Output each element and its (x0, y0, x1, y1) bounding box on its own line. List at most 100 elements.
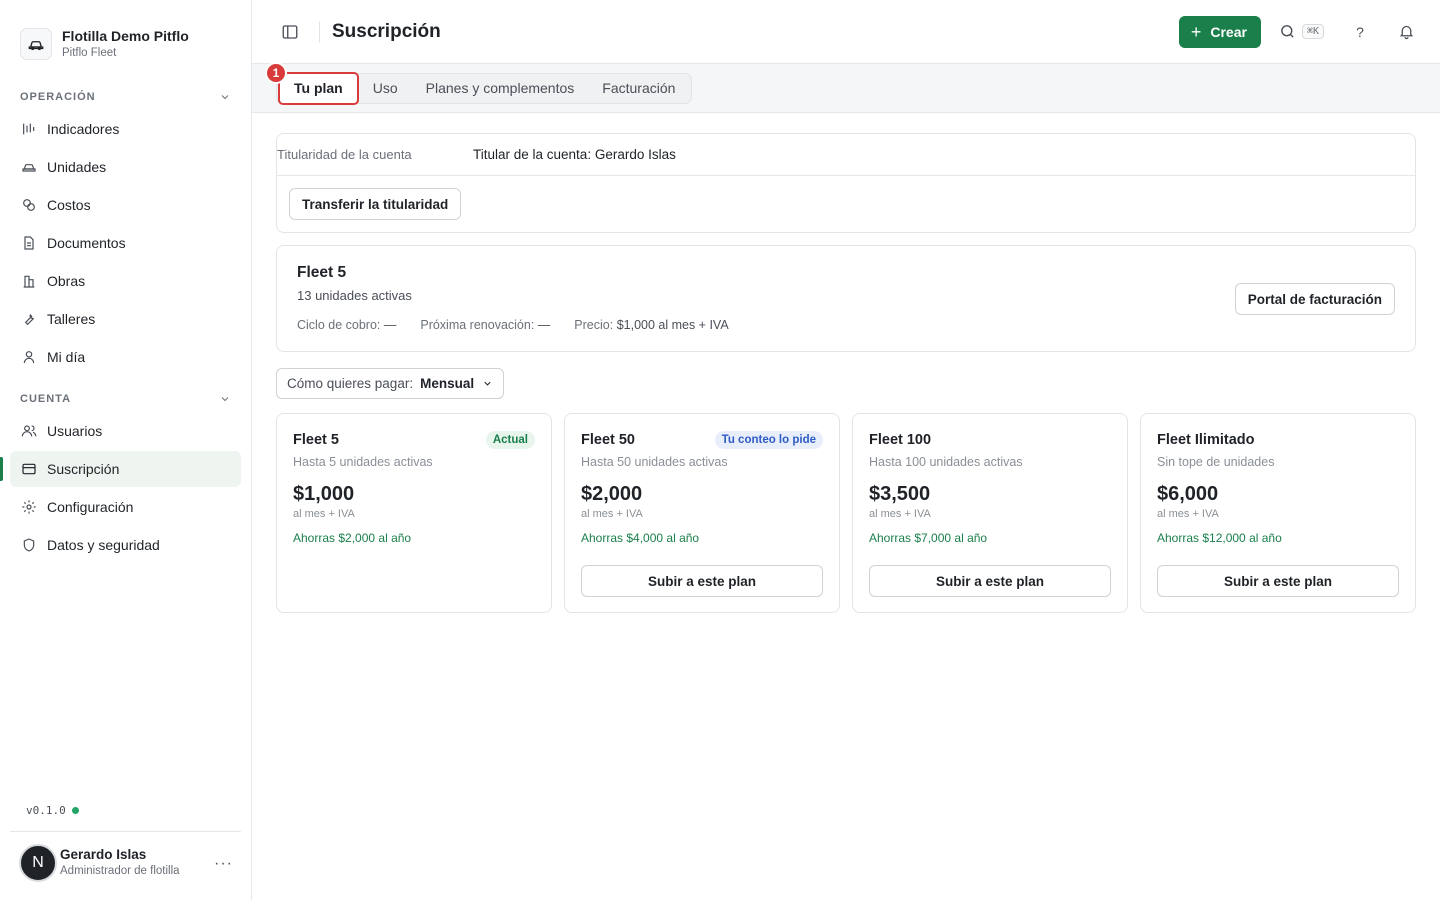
car-icon (20, 159, 37, 176)
current-badge: Actual (485, 431, 535, 449)
plan-card-fleet-ilimitado: Fleet Ilimitado Sin tope de unidades $6,… (1140, 413, 1416, 613)
plan-period: al mes + IVA (869, 508, 931, 520)
sidebar-item-costos[interactable]: Costos (10, 187, 241, 223)
sidebar-item-label: Mi día (47, 349, 86, 365)
billing-cycle-value: Mensual (420, 376, 475, 391)
section-account-title: CUENTA (20, 393, 72, 405)
nav-account: Usuarios Suscripción Configuración Datos… (0, 409, 251, 563)
status-dot (71, 807, 79, 814)
sidebar-item-label: Costos (47, 197, 91, 213)
page-title: Suscripción (332, 20, 441, 42)
sidebar-item-mi-dia[interactable]: Mi día (10, 339, 241, 375)
topbar: Suscripción + Crear ⌘K ? (252, 0, 1440, 64)
billing-cycle-label: Cómo quieres pagar: (287, 376, 414, 391)
search-button[interactable]: ⌘K (1279, 23, 1324, 40)
sidebar-item-label: Documentos (47, 235, 126, 251)
version-indicator: v0.1.0 (26, 804, 79, 817)
search-icon (1281, 25, 1294, 38)
plan-price: $6,000 (1157, 483, 1219, 505)
plan-limit: Sin tope de unidades (1157, 455, 1275, 469)
sidebar-item-label: Usuarios (47, 423, 103, 439)
plan-savings: Ahorras $12,000 al año (1157, 531, 1282, 545)
recommended-badge: Tu conteo lo pide (714, 431, 823, 449)
current-plan-units: 13 unidades activas (297, 288, 412, 303)
section-account-toggle[interactable]: CUENTA (0, 389, 251, 409)
tab-planes-complementos[interactable]: Planes y complementos (412, 75, 589, 102)
sidebar-item-usuarios[interactable]: Usuarios (10, 413, 241, 449)
plan-limit: Hasta 100 unidades activas (869, 455, 1023, 469)
org-switcher[interactable]: Flotilla Demo Pitflo Pitflo Fleet (0, 0, 251, 70)
plan-savings: Ahorras $2,000 al año (293, 531, 412, 545)
shortcut-hint: ⌘K (1301, 24, 1324, 39)
plan-limit: Hasta 5 unidades activas (293, 455, 433, 469)
org-subtitle: Pitflo Fleet (62, 47, 117, 59)
avatar: N (19, 843, 57, 882)
transfer-ownership-button[interactable]: Transferir la titularidad (289, 188, 462, 220)
main: Suscripción + Crear ⌘K ? 1 Tu plan Uso P… (252, 0, 1440, 900)
renewal-value: — (537, 318, 551, 332)
section-operation-toggle[interactable]: OPERACIÓN (0, 87, 251, 107)
plan-savings: Ahorras $7,000 al año (869, 531, 988, 545)
coins-icon (20, 197, 37, 214)
chevron-down-icon (221, 95, 229, 100)
plan-period: al mes + IVA (581, 508, 643, 520)
plans-grid: Fleet 5 Actual Hasta 5 unidades activas … (276, 413, 1416, 613)
tab-uso[interactable]: Uso (359, 75, 412, 102)
tabs-bar: 1 Tu plan Uso Planes y complementos Fact… (252, 61, 1440, 113)
sidebar-item-suscripcion[interactable]: Suscripción (0, 451, 241, 487)
cycle-value: — (383, 318, 397, 332)
tab-tu-plan[interactable]: Tu plan (278, 71, 359, 105)
current-plan-name: Fleet 5 (297, 264, 347, 281)
ownership-card: Titularidad de la cuenta Titular de la c… (276, 133, 1416, 233)
plan-name: Fleet 100 (869, 432, 932, 448)
divider (319, 20, 320, 43)
cycle-label: Ciclo de cobro: (297, 318, 381, 332)
sidebar-item-unidades[interactable]: Unidades (10, 149, 241, 185)
sidebar-item-indicadores[interactable]: Indicadores (10, 111, 241, 147)
price-value: $1,000 al mes + IVA (616, 318, 729, 332)
sidebar-item-label: Configuración (47, 499, 134, 515)
bell-icon[interactable] (1396, 22, 1416, 42)
sidebar-item-datos-seguridad[interactable]: Datos y seguridad (10, 527, 241, 563)
wrench-icon (20, 311, 37, 328)
plan-period: al mes + IVA (1157, 508, 1219, 520)
content: Titularidad de la cuenta Titular de la c… (252, 113, 1440, 613)
plan-savings: Ahorras $4,000 al año (581, 531, 700, 545)
upgrade-button[interactable]: Subir a este plan (869, 565, 1111, 597)
sidebar-toggle-icon[interactable] (280, 22, 300, 42)
sidebar-item-configuracion[interactable]: Configuración (10, 489, 241, 525)
billing-cycle-select[interactable]: Cómo quieres pagar: Mensual (276, 368, 505, 399)
sidebar-item-documentos[interactable]: Documentos (10, 225, 241, 261)
gear-icon (20, 499, 37, 516)
plan-card-fleet-50: Fleet 50 Tu conteo lo pide Hasta 50 unid… (564, 413, 840, 613)
user-role: Administrador de flotilla (60, 865, 180, 877)
create-button-label: Crear (1210, 23, 1247, 40)
sidebar-item-obras[interactable]: Obras (10, 263, 241, 299)
more-icon[interactable]: ··· (214, 855, 233, 873)
current-plan-card: Fleet 5 13 unidades activas Ciclo de cob… (276, 245, 1416, 352)
sidebar-item-talleres[interactable]: Talleres (10, 301, 241, 337)
plan-card-fleet-100: Fleet 100 Hasta 100 unidades activas $3,… (852, 413, 1128, 613)
building-icon (20, 273, 37, 290)
document-icon (20, 235, 37, 252)
help-icon[interactable]: ? (1350, 22, 1370, 42)
price-label: Precio: (574, 318, 614, 332)
upgrade-button[interactable]: Subir a este plan (1157, 565, 1399, 597)
org-name: Flotilla Demo Pitflo (62, 28, 189, 44)
create-button[interactable]: + Crear (1178, 15, 1261, 48)
step-marker: 1 (265, 61, 287, 84)
section-operation-title: OPERACIÓN (20, 91, 96, 103)
version-text: v0.1.0 (26, 804, 66, 817)
tab-facturacion[interactable]: Facturación (588, 75, 689, 102)
upgrade-button[interactable]: Subir a este plan (581, 565, 823, 597)
nav-operation: Indicadores Unidades Costos Documentos O… (0, 107, 251, 375)
ownership-label: Titularidad de la cuenta (277, 147, 412, 162)
user-menu[interactable]: N Gerardo Islas Administrador de flotill… (10, 831, 241, 893)
car-logo-icon (20, 28, 52, 60)
plan-price: $3,500 (869, 483, 931, 505)
billing-portal-button[interactable]: Portal de facturación (1234, 283, 1395, 315)
chevron-down-icon (484, 381, 491, 386)
person-icon (20, 349, 37, 366)
sidebar-item-label: Indicadores (47, 121, 120, 137)
sidebar: Flotilla Demo Pitflo Pitflo Fleet OPERAC… (0, 0, 252, 900)
